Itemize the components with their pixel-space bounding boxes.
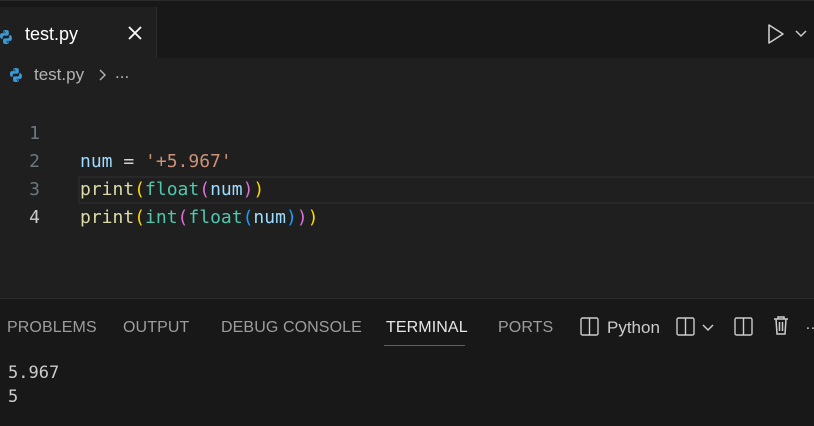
code-line: 4 [0, 176, 814, 228]
breadcrumb-file[interactable]: test.py [34, 65, 84, 85]
tab-label: test.py [25, 24, 79, 44]
code-text: print(int(float(num))) [80, 207, 319, 228]
tab-test-py[interactable]: test.py [0, 7, 157, 59]
tab-debug-console[interactable]: DEBUG CONSOLE [221, 319, 362, 337]
chevron-down-icon[interactable] [795, 29, 807, 39]
python-icon [0, 30, 12, 44]
terminal-output-line: 5.967 [8, 363, 60, 383]
editor-tab-bar: test.py [0, 0, 814, 59]
python-icon [10, 68, 22, 82]
chevron-right-icon [99, 69, 106, 81]
terminal-name[interactable]: Python [607, 318, 660, 338]
bottom-panel: PROBLEMS OUTPUT DEBUG CONSOLE TERMINAL P… [0, 298, 814, 426]
chevron-down-icon[interactable] [702, 323, 714, 333]
terminal-output-line: 5 [8, 387, 19, 407]
run-icon[interactable] [766, 23, 786, 45]
active-tab-indicator [384, 345, 465, 346]
code-line: 2 print(float(num)) [0, 120, 814, 200]
trash-icon[interactable] [772, 315, 790, 336]
terminal-split-icon[interactable] [580, 317, 599, 336]
tab-output[interactable]: OUTPUT [123, 319, 189, 337]
close-icon[interactable] [124, 22, 146, 44]
split-terminal-icon[interactable] [676, 317, 695, 336]
tab-terminal[interactable]: TERMINAL [386, 319, 468, 337]
line-number: 4 [29, 207, 40, 228]
code-line: 1 num = '+5.967' [0, 92, 814, 172]
code-editor[interactable]: 1 num = '+5.967' 2 print(float(num)) 3 p… [0, 90, 814, 298]
layout-panel-icon[interactable] [734, 317, 753, 336]
more-actions-icon[interactable]: … [805, 316, 814, 334]
code-line: 3 print(int(float(num))) [0, 148, 814, 228]
breadcrumb-more[interactable]: ... [115, 63, 129, 83]
tab-problems[interactable]: PROBLEMS [7, 319, 97, 337]
tab-ports[interactable]: PORTS [498, 319, 553, 337]
breadcrumb: test.py ... [0, 58, 814, 90]
